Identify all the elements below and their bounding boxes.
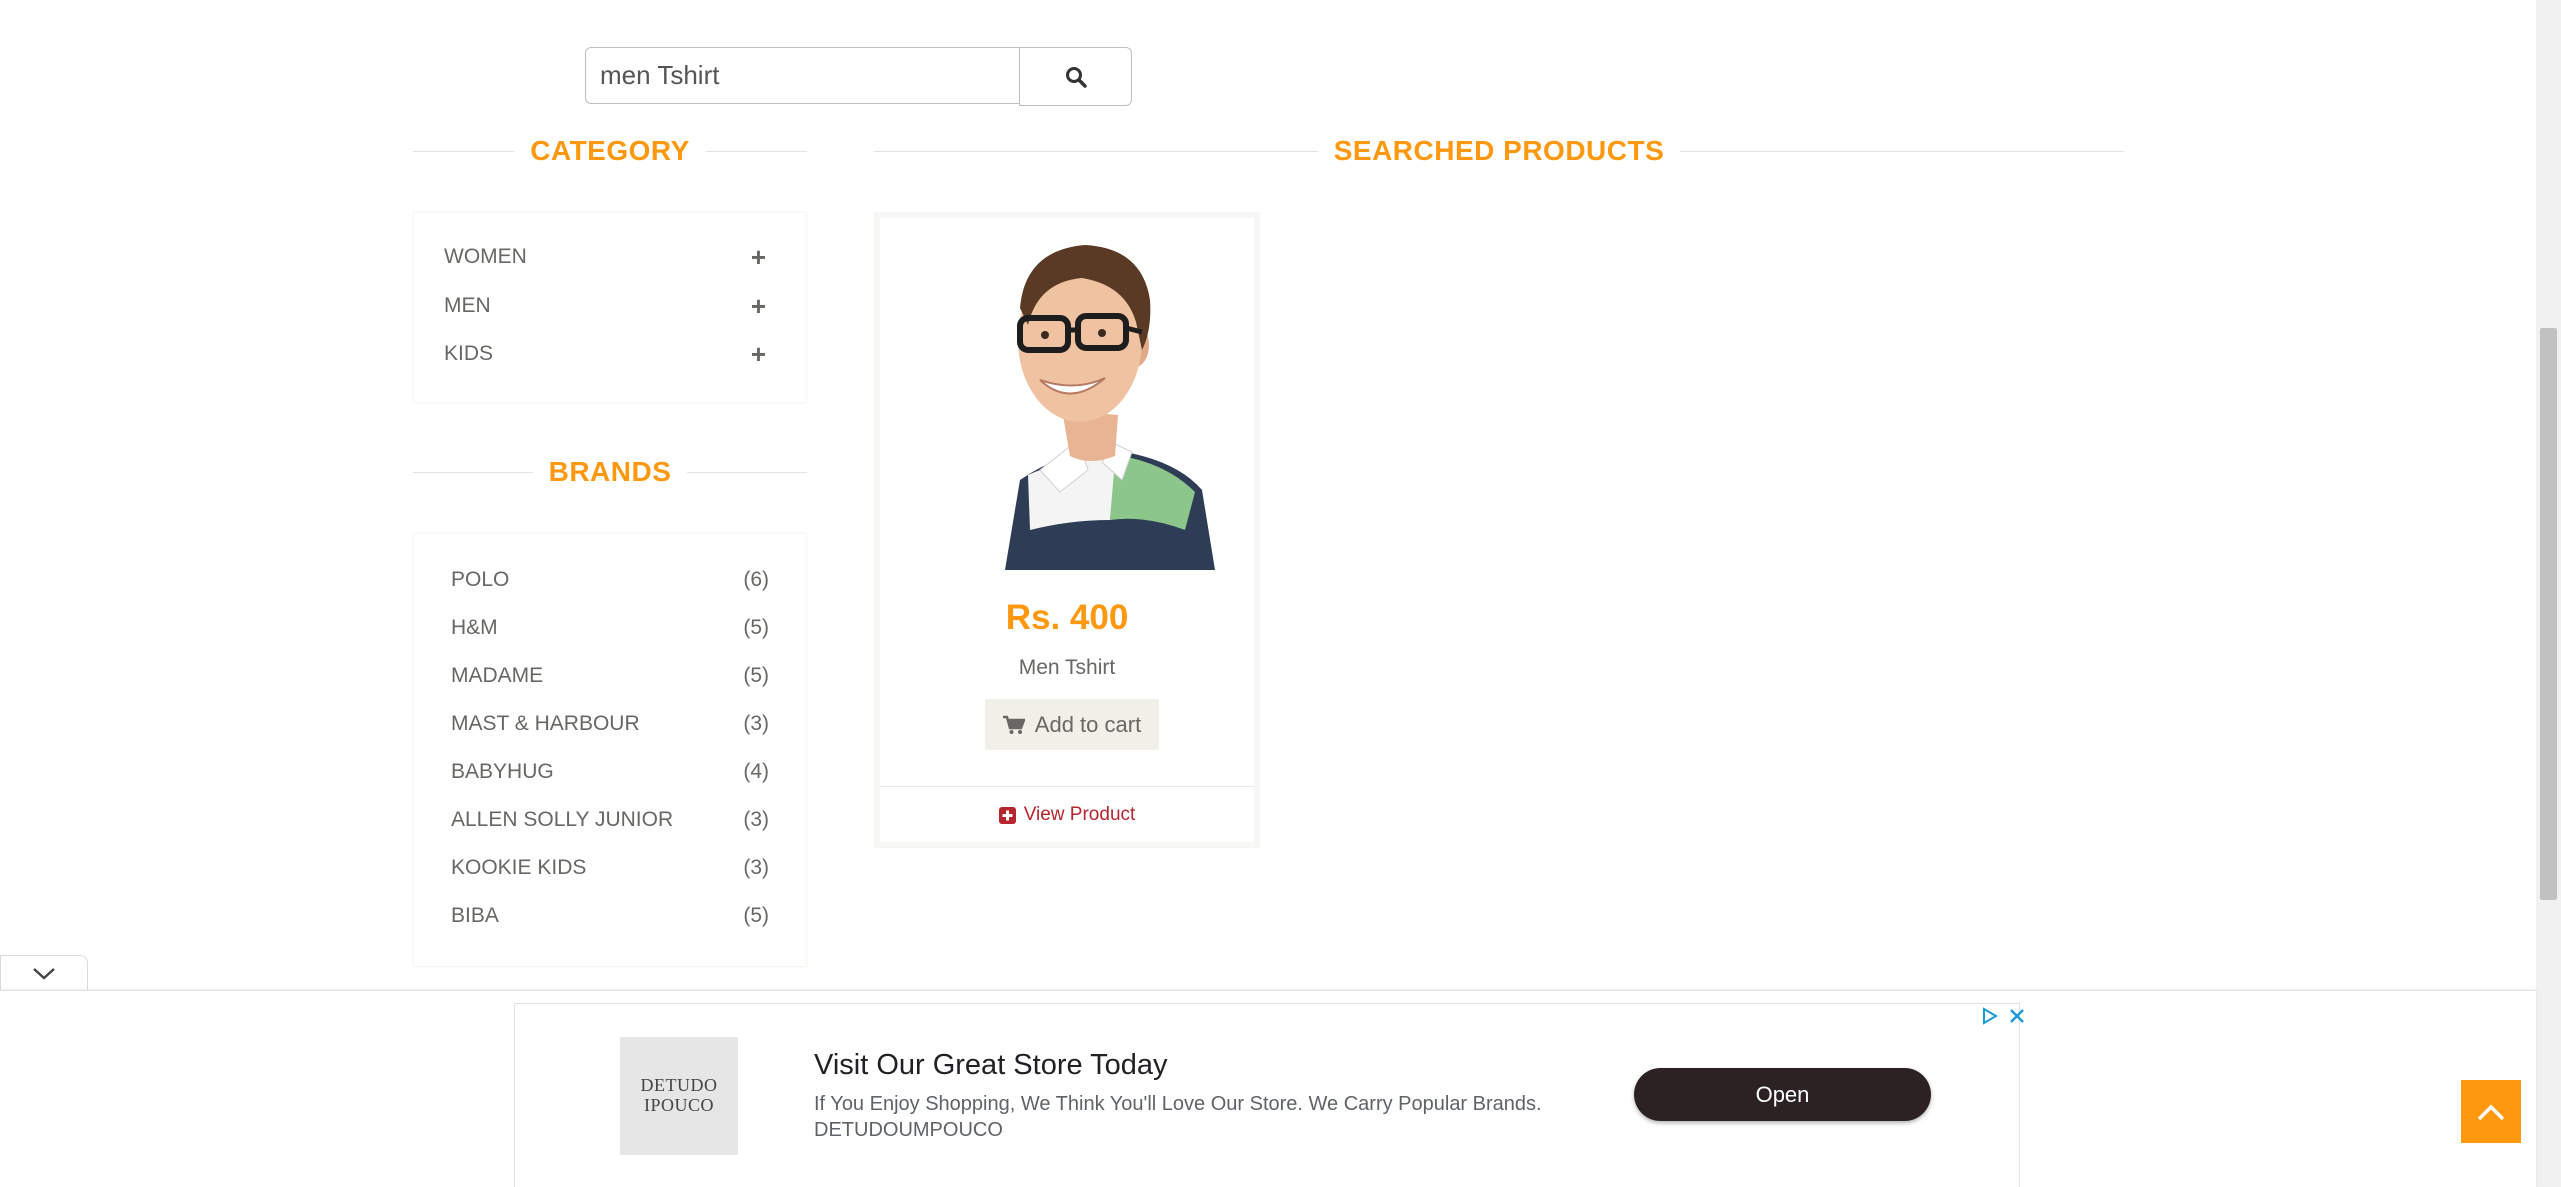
products-title: SEARCHED PRODUCTS — [1333, 135, 1665, 166]
search-button[interactable] — [1019, 47, 1132, 106]
brand-count: (4) — [743, 760, 769, 783]
scroll-to-top-button[interactable] — [2461, 1080, 2521, 1143]
adchoices-icon[interactable] — [1981, 1007, 1999, 1025]
card-divider — [880, 786, 1254, 787]
brand-name: BABYHUG — [451, 760, 554, 783]
category-title: CATEGORY — [530, 135, 690, 166]
brand-name: MAST & HARBOUR — [451, 712, 640, 735]
brands-panel: POLO (6) H&M (5) MADAME (5) MAST & HARBO… — [413, 533, 807, 967]
product-image[interactable] — [910, 230, 1222, 570]
brand-item-madame[interactable]: MADAME (5) — [414, 658, 806, 694]
brand-item-hm[interactable]: H&M (5) — [414, 610, 806, 646]
brand-name: POLO — [451, 568, 510, 591]
category-item-kids[interactable]: KIDS + — [414, 334, 806, 374]
brand-count: (5) — [743, 664, 769, 687]
brand-name: MADAME — [451, 664, 544, 687]
ad-logo[interactable]: DETUDO IPOUCO — [620, 1037, 738, 1155]
brand-name: BIBA — [451, 904, 499, 927]
page: CATEGORY WOMEN + MEN + KIDS + BRANDS POL… — [0, 0, 2561, 1187]
ad-open-button[interactable]: Open — [1634, 1068, 1931, 1121]
search-input[interactable] — [585, 47, 1019, 104]
category-panel: WOMEN + MEN + KIDS + — [413, 212, 807, 403]
search-icon — [1065, 66, 1087, 88]
category-label: KIDS — [444, 342, 494, 365]
brand-item-kookie-kids[interactable]: KOOKIE KIDS (3) — [414, 850, 806, 886]
plus-icon[interactable]: + — [751, 341, 766, 367]
close-icon[interactable] — [2009, 1008, 2025, 1024]
plus-square-icon — [998, 806, 1016, 824]
ad-collapse-button[interactable] — [0, 955, 88, 992]
ad-headline[interactable]: Visit Our Great Store Today — [814, 1049, 1168, 1082]
ad-advertiser: DETUDOUMPOUCO — [814, 1119, 1003, 1141]
brand-count: (5) — [743, 616, 769, 639]
brand-count: (3) — [743, 856, 769, 879]
brands-heading: BRANDS — [413, 452, 807, 492]
category-item-women[interactable]: WOMEN + — [414, 237, 806, 277]
brand-count: (3) — [743, 712, 769, 735]
chevron-down-icon — [33, 968, 55, 980]
ad-content[interactable]: DETUDO IPOUCO Visit Our Great Store Toda… — [514, 1003, 2024, 1187]
brand-item-biba[interactable]: BIBA (5) — [414, 898, 806, 934]
brands-title: BRANDS — [548, 456, 672, 487]
ad-description-text: If You Enjoy Shopping, We Think You'll L… — [814, 1093, 1542, 1115]
brand-name: ALLEN SOLLY JUNIOR — [451, 808, 674, 831]
category-item-men[interactable]: MEN + — [414, 286, 806, 326]
product-name: Men Tshirt — [1018, 656, 1116, 679]
chevron-up-icon — [2477, 1104, 2505, 1120]
category-heading: CATEGORY — [413, 131, 807, 171]
brand-item-polo[interactable]: POLO (6) — [414, 562, 806, 598]
brand-name: H&M — [451, 616, 498, 639]
product-card: Rs. 400 Men Tshirt Add to cart View Prod… — [874, 212, 1260, 848]
plus-icon[interactable]: + — [751, 244, 766, 270]
ad-choices — [1981, 1007, 2025, 1025]
product-price: Rs. 400 — [1005, 598, 1129, 637]
products-heading: SEARCHED PRODUCTS — [874, 131, 2124, 171]
add-to-cart-button[interactable]: Add to cart — [985, 699, 1159, 750]
shopping-cart-icon — [1002, 715, 1025, 734]
ad-logo-line1: DETUDO — [640, 1075, 718, 1096]
ad-logo-line2: IPOUCO — [643, 1095, 714, 1115]
brand-name: KOOKIE KIDS — [451, 856, 587, 879]
brand-item-mast-harbour[interactable]: MAST & HARBOUR (3) — [414, 706, 806, 742]
scrollbar-thumb[interactable] — [2540, 328, 2557, 900]
add-to-cart-label: Add to cart — [1034, 711, 1142, 737]
brand-item-allen-solly-junior[interactable]: ALLEN SOLLY JUNIOR (3) — [414, 802, 806, 838]
view-product-label: View Product — [1023, 804, 1136, 825]
ad-description: If You Enjoy Shopping, We Think You'll L… — [814, 1091, 1542, 1143]
view-product-link[interactable]: View Product — [880, 804, 1254, 826]
brand-count: (3) — [743, 808, 769, 831]
brand-count: (5) — [743, 904, 769, 927]
category-label: MEN — [444, 294, 491, 317]
brand-count: (6) — [743, 568, 769, 591]
brand-item-babyhug[interactable]: BABYHUG (4) — [414, 754, 806, 790]
category-label: WOMEN — [444, 245, 527, 268]
plus-icon[interactable]: + — [751, 293, 766, 319]
